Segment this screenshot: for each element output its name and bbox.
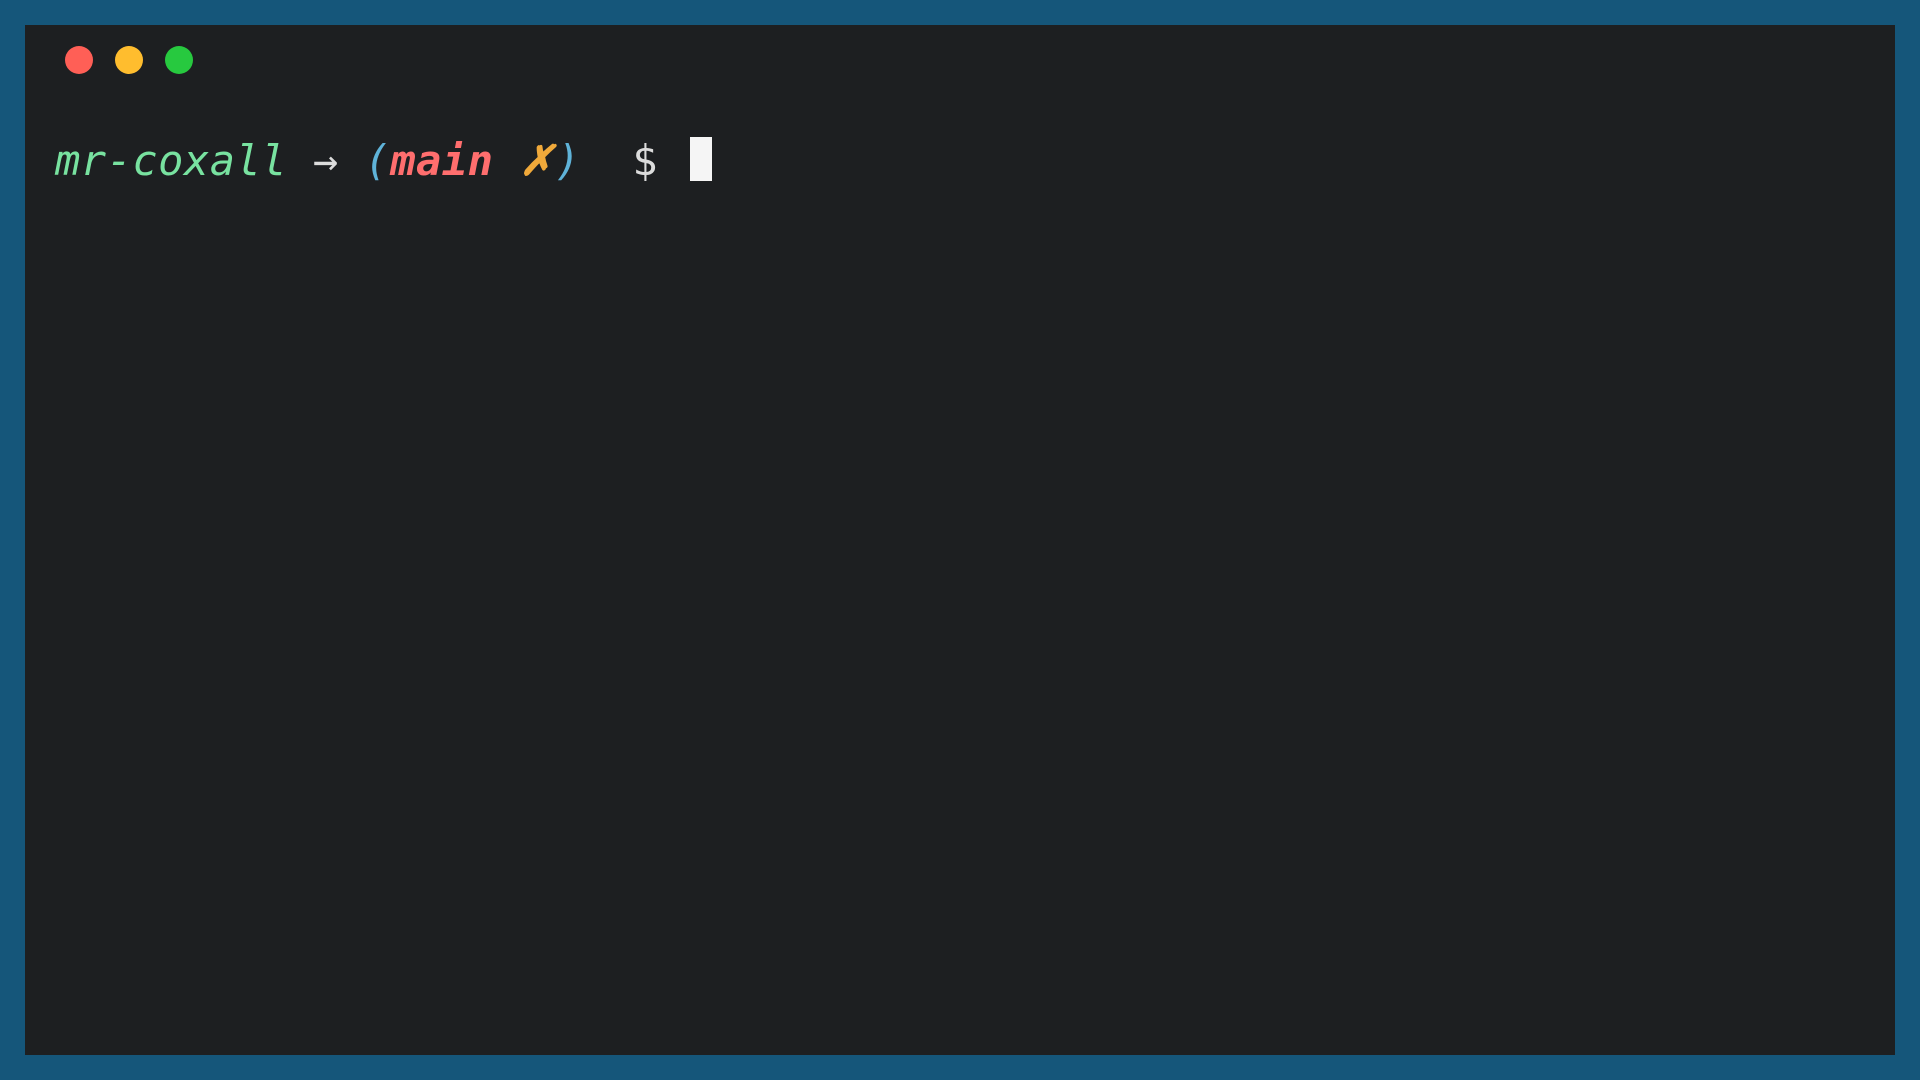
titlebar bbox=[25, 25, 1895, 95]
paren-close: ) bbox=[555, 136, 581, 185]
terminal-window: mr-coxall → (main ✗) $ bbox=[25, 25, 1895, 1055]
git-status-icon: ✗ bbox=[519, 136, 555, 185]
prompt-symbol: $ bbox=[632, 136, 658, 185]
prompt-user: mr-coxall bbox=[55, 136, 287, 185]
close-button-icon[interactable] bbox=[65, 46, 93, 74]
terminal-body[interactable]: mr-coxall → (main ✗) $ bbox=[25, 95, 1895, 218]
zoom-button-icon[interactable] bbox=[165, 46, 193, 74]
cursor-icon bbox=[690, 137, 712, 181]
minimize-button-icon[interactable] bbox=[115, 46, 143, 74]
paren-open: ( bbox=[364, 136, 390, 185]
git-branch: main bbox=[390, 136, 493, 185]
arrow-icon: → bbox=[313, 136, 339, 185]
